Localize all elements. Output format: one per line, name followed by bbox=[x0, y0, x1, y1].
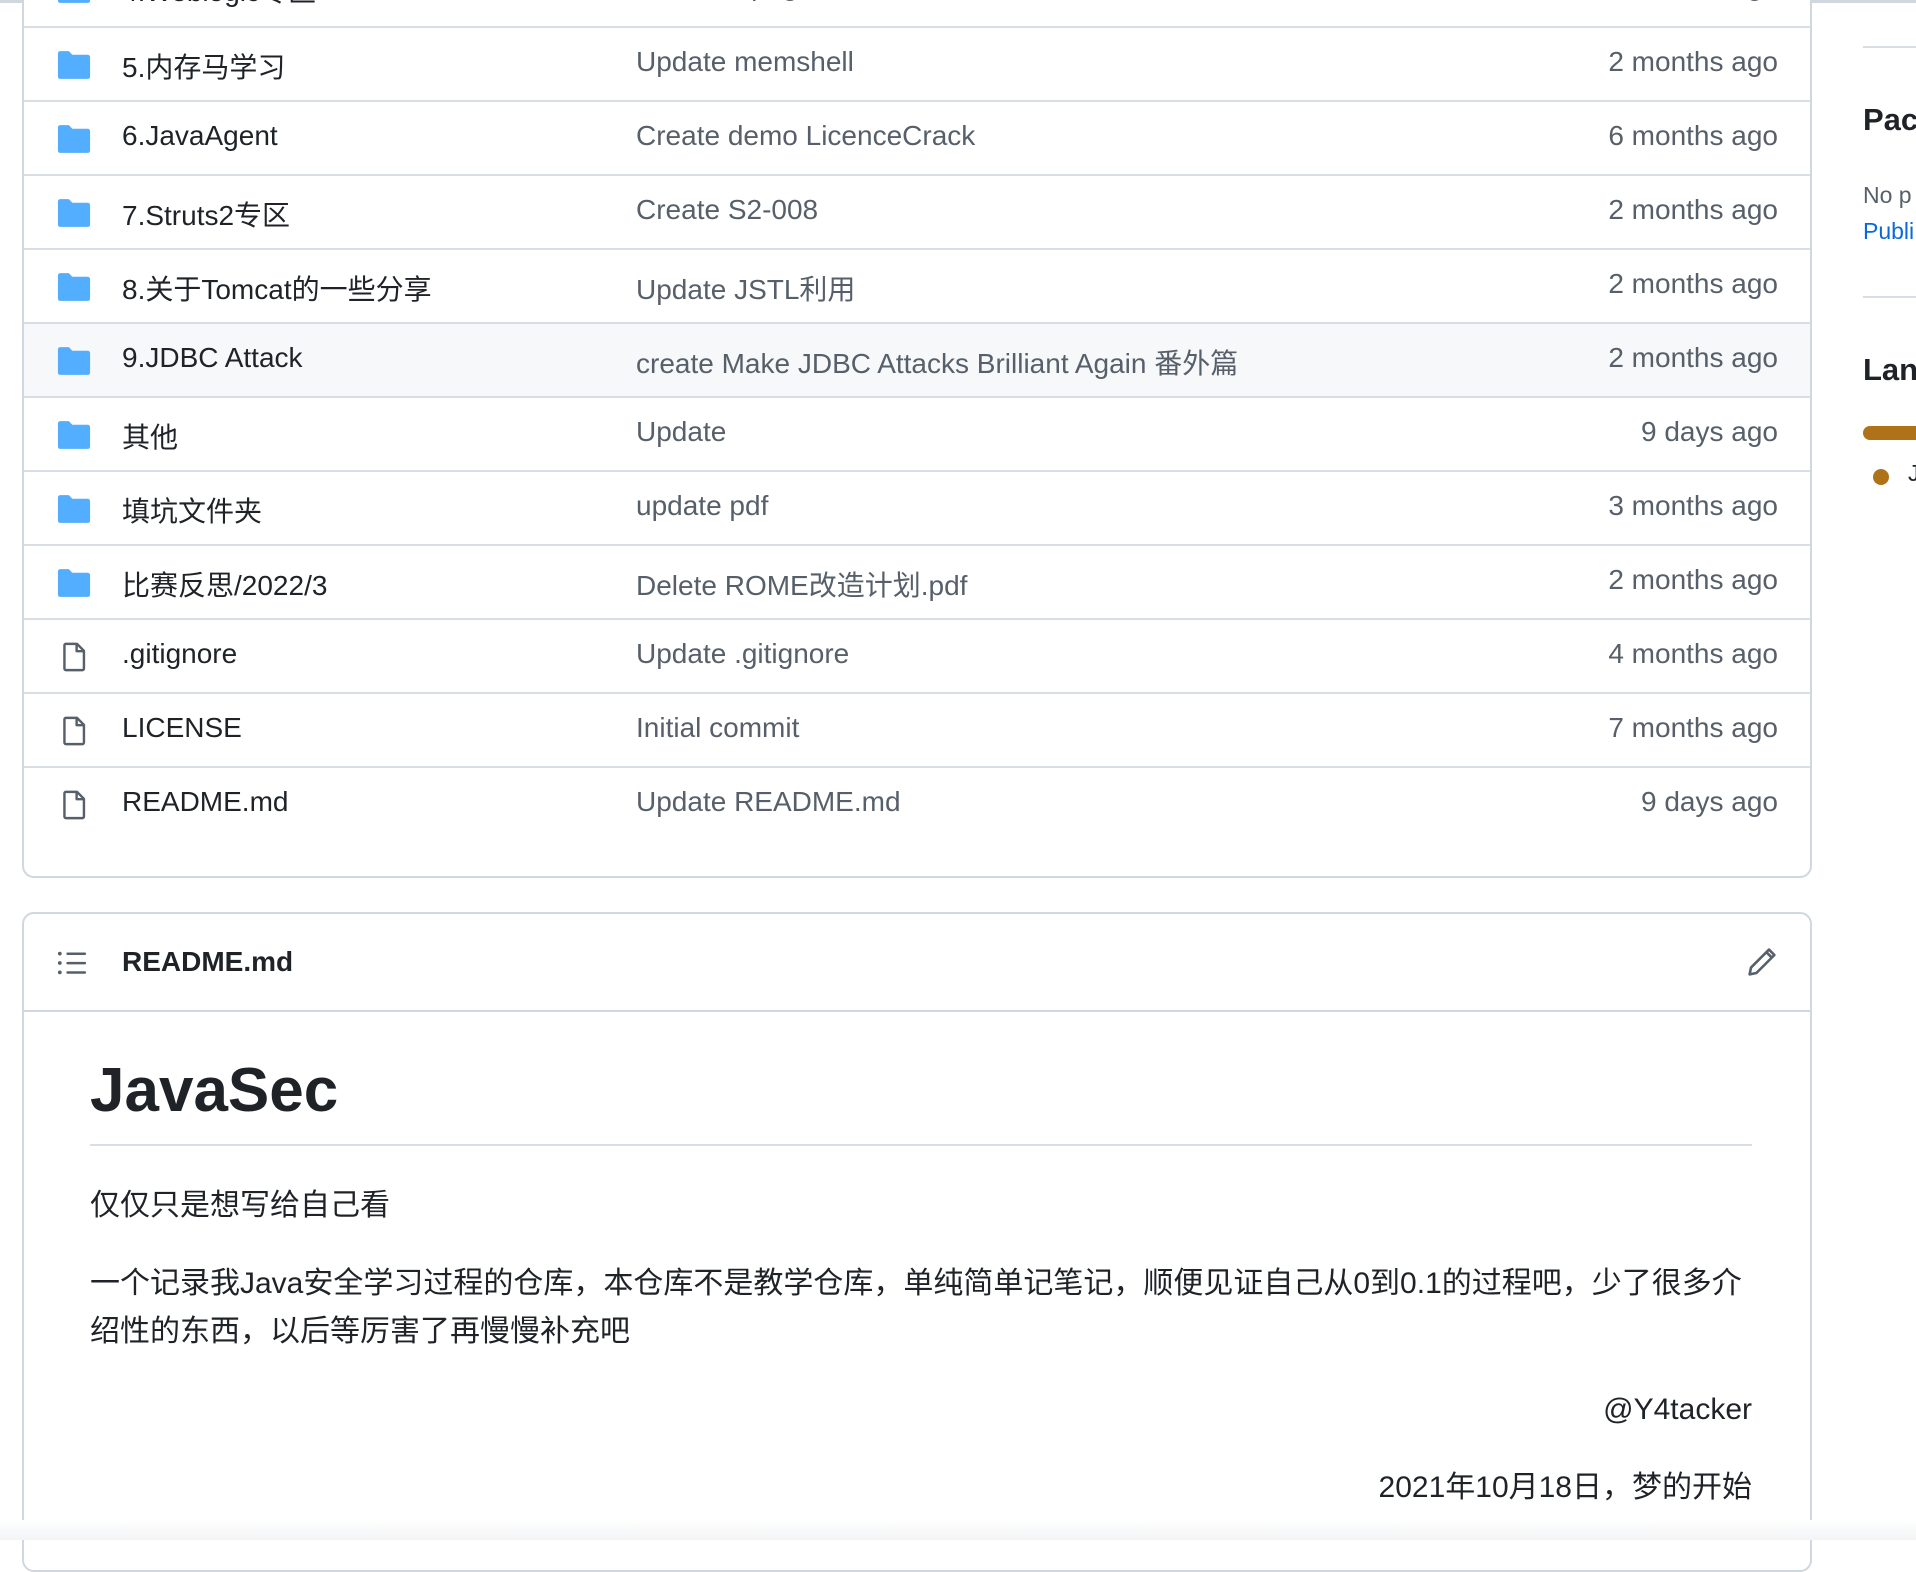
folder-icon bbox=[56, 420, 92, 450]
commit-message-link[interactable]: Initial commit bbox=[636, 712, 799, 744]
bottom-edge bbox=[0, 1520, 1916, 1540]
packages-heading[interactable]: Pac bbox=[1863, 102, 1916, 138]
file-name-link[interactable]: LICENSE bbox=[122, 712, 242, 744]
file-row[interactable]: README.md Update README.md 9 days ago bbox=[24, 766, 1810, 840]
folder-icon bbox=[56, 124, 92, 154]
file-icon bbox=[56, 790, 92, 820]
commit-age: 5 months ago bbox=[1608, 0, 1778, 2]
file-name-link[interactable]: 其他 bbox=[122, 416, 178, 456]
commit-message-link[interactable]: Create demo LicenceCrack bbox=[636, 120, 975, 152]
folder-icon bbox=[56, 198, 92, 228]
file-name-link[interactable]: README.md bbox=[122, 786, 288, 818]
readme-paragraph-2: 一个记录我Java安全学习过程的仓库，本仓库不是教学仓库，单纯简单记笔记，顺便见… bbox=[90, 1267, 1742, 1348]
commit-age: 9 days ago bbox=[1641, 786, 1778, 817]
readme-author: @Y4tacker bbox=[1603, 1393, 1752, 1426]
commit-age: 2 months ago bbox=[1608, 194, 1778, 225]
readme-paragraph-1: 仅仅只是想写给自己看 bbox=[90, 1189, 390, 1222]
readme-header: README.md bbox=[24, 914, 1810, 1012]
commit-message-link[interactable]: Update bbox=[636, 416, 726, 448]
list-unordered-icon[interactable] bbox=[56, 948, 88, 978]
sidebar-divider bbox=[1863, 296, 1916, 298]
file-name-link[interactable]: 6.JavaAgent bbox=[122, 120, 278, 152]
language-color-dot bbox=[1873, 469, 1889, 485]
commit-age: 6 months ago bbox=[1608, 120, 1778, 151]
languages-heading: Lan bbox=[1863, 352, 1916, 387]
file-row[interactable]: LICENSE Initial commit 7 months ago bbox=[24, 692, 1810, 766]
publish-package-link[interactable]: Publi bbox=[1863, 218, 1914, 245]
file-name-link[interactable]: 8.关于Tomcat的一些分享 bbox=[122, 268, 432, 308]
file-row[interactable]: .gitignore Update .gitignore 4 months ago bbox=[24, 618, 1810, 692]
sidebar-divider bbox=[1863, 46, 1916, 48]
readme-date-line: 2021年10月18日，梦的开始 bbox=[1378, 1471, 1752, 1504]
language-name[interactable]: J bbox=[1908, 460, 1916, 487]
readme-panel: README.md JavaSec 仅仅只是想写给自己看 一个记录我Java安全… bbox=[22, 912, 1812, 1572]
commit-message-link[interactable]: Create 5.png bbox=[636, 0, 798, 2]
folder-icon bbox=[56, 568, 92, 598]
commit-message-link[interactable]: create Make JDBC Attacks Brilliant Again… bbox=[636, 342, 1238, 382]
commit-message-link[interactable]: Update JSTL利用 bbox=[636, 268, 855, 308]
commit-message-link[interactable]: Update memshell bbox=[636, 46, 854, 78]
commit-message-link[interactable]: Update .gitignore bbox=[636, 638, 849, 670]
readme-body: JavaSec 仅仅只是想写给自己看 一个记录我Java安全学习过程的仓库，本仓… bbox=[90, 1012, 1752, 1512]
commit-age: 7 months ago bbox=[1608, 712, 1778, 743]
file-row[interactable]: 其他 Update 9 days ago bbox=[24, 396, 1810, 470]
repo-sidebar: Pac No p Publi Lan J bbox=[1860, 0, 1916, 1540]
file-name-link[interactable]: 7.Struts2专区 bbox=[122, 194, 290, 234]
file-icon bbox=[56, 716, 92, 746]
commit-age: 9 days ago bbox=[1641, 416, 1778, 447]
file-name-link[interactable]: 5.内存马学习 bbox=[122, 46, 285, 86]
commit-message-link[interactable]: Update README.md bbox=[636, 786, 901, 818]
file-row[interactable]: 9.JDBC Attack create Make JDBC Attacks Br… bbox=[24, 322, 1810, 396]
file-list: 4.Weblogic专区 Create 5.png 5 months ago 5.内存… bbox=[22, 0, 1812, 878]
file-row[interactable]: 填坑文件夹 update pdf 3 months ago bbox=[24, 470, 1810, 544]
file-row[interactable]: 8.关于Tomcat的一些分享 Update JSTL利用 2 months ago bbox=[24, 248, 1810, 322]
readme-heading: JavaSec bbox=[90, 1012, 1752, 1146]
packages-empty-text: No p bbox=[1863, 182, 1912, 208]
pencil-icon[interactable] bbox=[1746, 946, 1778, 978]
commit-age: 2 months ago bbox=[1608, 564, 1778, 595]
file-name-link[interactable]: 比赛反思/2022/3 bbox=[122, 564, 327, 604]
folder-icon bbox=[56, 50, 92, 80]
language-bar bbox=[1863, 426, 1916, 440]
commit-message-link[interactable]: update pdf bbox=[636, 490, 768, 522]
file-name-link[interactable]: 9.JDBC Attack bbox=[122, 342, 303, 374]
readme-header-title: README.md bbox=[122, 946, 294, 977]
commit-age: 2 months ago bbox=[1608, 46, 1778, 77]
commit-message-link[interactable]: Delete ROME改造计划.pdf bbox=[636, 564, 967, 604]
commit-age: 2 months ago bbox=[1608, 268, 1778, 299]
file-name-link[interactable]: 4.Weblogic专区 bbox=[122, 0, 316, 10]
commit-age: 4 months ago bbox=[1608, 638, 1778, 669]
commit-message-link[interactable]: Create S2-008 bbox=[636, 194, 818, 226]
folder-icon bbox=[56, 0, 92, 4]
file-name-link[interactable]: .gitignore bbox=[122, 638, 237, 670]
file-row[interactable]: 6.JavaAgent Create demo LicenceCrack 6 mon… bbox=[24, 100, 1810, 174]
commit-age: 2 months ago bbox=[1608, 342, 1778, 373]
folder-icon bbox=[56, 494, 92, 524]
file-row[interactable]: 4.Weblogic专区 Create 5.png 5 months ago bbox=[24, 0, 1810, 26]
file-row[interactable]: 7.Struts2专区 Create S2-008 2 months ago bbox=[24, 174, 1810, 248]
file-icon bbox=[56, 642, 92, 672]
folder-icon bbox=[56, 272, 92, 302]
file-row[interactable]: 比赛反思/2022/3 Delete ROME改造计划.pdf 2 months a… bbox=[24, 544, 1810, 618]
file-row[interactable]: 5.内存马学习 Update memshell 2 months ago bbox=[24, 26, 1810, 100]
folder-icon bbox=[56, 346, 92, 376]
file-name-link[interactable]: 填坑文件夹 bbox=[122, 490, 262, 530]
commit-age: 3 months ago bbox=[1608, 490, 1778, 521]
